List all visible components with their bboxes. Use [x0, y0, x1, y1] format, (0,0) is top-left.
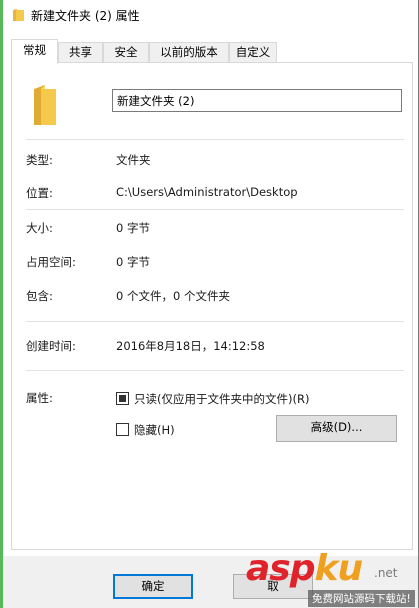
folder-icon [13, 9, 24, 21]
advanced-button[interactable]: 高级(D)... [276, 415, 397, 442]
divider [26, 139, 404, 140]
size-value: 0 字节 [116, 221, 150, 235]
window-title: 新建文件夹 (2) 属性 [31, 9, 140, 23]
tab-security[interactable]: 安全 [103, 42, 149, 63]
hidden-checkbox-label[interactable]: 隐藏(H) [134, 422, 175, 438]
size-on-disk-value: 0 字节 [116, 255, 150, 269]
hidden-checkbox[interactable] [116, 423, 129, 436]
checkbox-indeterminate-mark [119, 395, 126, 402]
readonly-checkbox-label[interactable]: 只读(仅应用于文件夹中的文件)(R) [134, 391, 309, 407]
tab-bar: 常规 共享 安全 以前的版本 自定义 [11, 39, 413, 64]
type-label: 类型: [26, 153, 53, 167]
attributes-label: 属性: [26, 391, 53, 405]
type-value: 文件夹 [116, 153, 151, 167]
dialog-footer: 确定 取 [3, 556, 418, 608]
tab-general[interactable]: 常规 [11, 39, 58, 64]
divider [26, 209, 404, 210]
tab-sharing[interactable]: 共享 [58, 42, 103, 63]
general-panel: 类型: 文件夹 位置: C:\Users\Administrator\Deskt… [11, 62, 413, 550]
folder-icon [34, 85, 56, 125]
ok-button[interactable]: 确定 [113, 574, 193, 599]
size-on-disk-label: 占用空间: [26, 255, 76, 269]
folder-name-input[interactable] [112, 89, 402, 112]
readonly-checkbox[interactable] [116, 392, 129, 405]
tab-previous-versions[interactable]: 以前的版本 [149, 42, 229, 63]
tab-customize[interactable]: 自定义 [229, 42, 277, 63]
size-label: 大小: [26, 221, 53, 235]
created-value: 2016年8月18日，14:12:58 [116, 339, 265, 353]
created-label: 创建时间: [26, 339, 76, 353]
location-label: 位置: [26, 186, 53, 200]
contains-label: 包含: [26, 289, 53, 303]
divider [26, 370, 404, 371]
location-value: C:\Users\Administrator\Desktop [116, 185, 298, 199]
cancel-button[interactable]: 取 [233, 574, 313, 599]
contains-value: 0 个文件，0 个文件夹 [116, 289, 230, 303]
properties-dialog: 新建文件夹 (2) 属性 常规 共享 安全 以前的版本 自定义 类型: 文件夹 … [3, 0, 419, 608]
divider [26, 321, 404, 322]
title-bar[interactable]: 新建文件夹 (2) 属性 [3, 0, 418, 30]
